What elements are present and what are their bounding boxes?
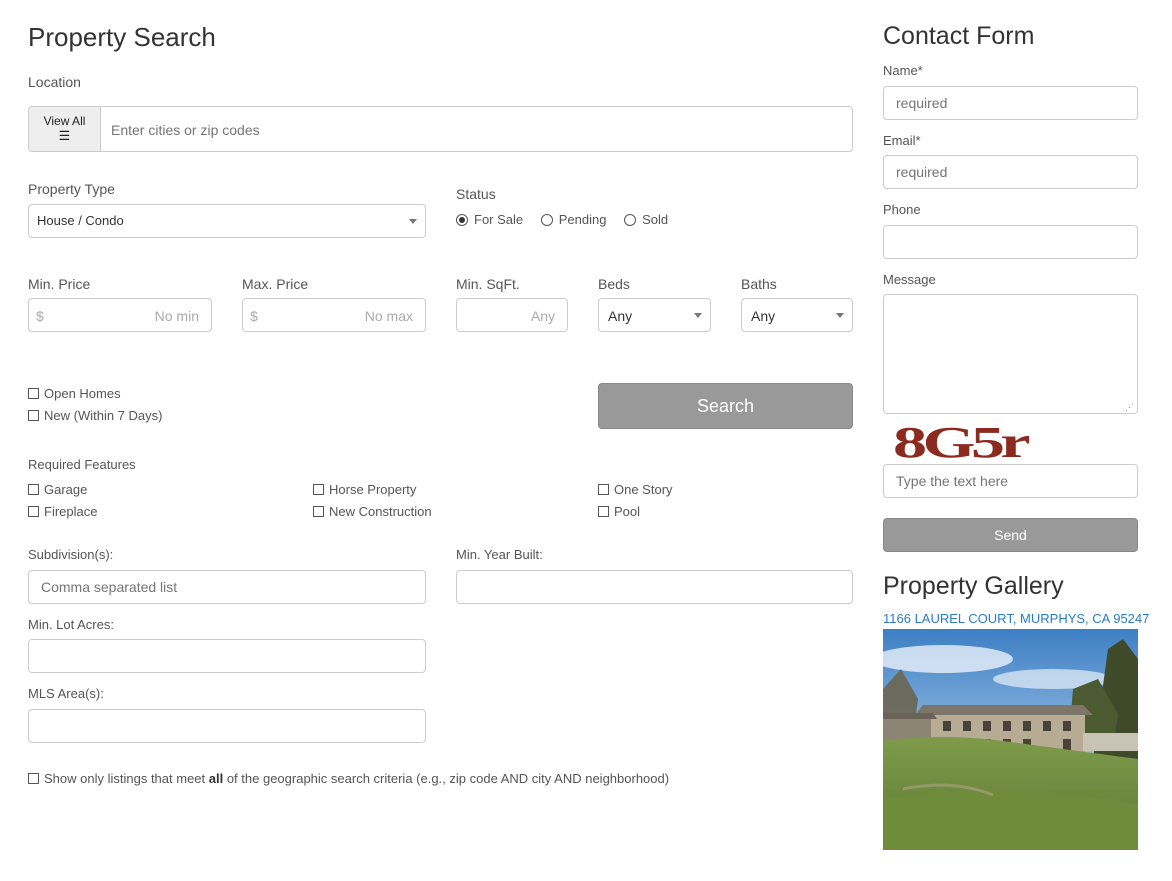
chevron-down-icon xyxy=(694,313,702,318)
beds-label: Beds xyxy=(598,276,630,292)
email-input[interactable] xyxy=(883,155,1138,189)
min-price-input[interactable]: $ No min xyxy=(28,298,212,332)
feature-label: One Story xyxy=(614,482,673,497)
property-type-value: House / Condo xyxy=(37,213,124,228)
list-icon: ☰ xyxy=(58,128,71,143)
checkbox-icon xyxy=(313,484,324,495)
min-year-label: Min. Year Built: xyxy=(456,547,543,562)
geo-all-checkbox[interactable]: Show only listings that meet all of the … xyxy=(28,771,669,786)
feature-label: Horse Property xyxy=(329,482,417,497)
subdivision-label: Subdivision(s): xyxy=(28,547,114,562)
property-type-label: Property Type xyxy=(28,181,115,197)
geo-all-prefix: Show only listings that meet xyxy=(44,771,209,786)
search-button[interactable]: Search xyxy=(598,383,853,429)
min-price-prefix: $ xyxy=(36,308,44,324)
max-price-placeholder: No max xyxy=(364,308,413,324)
view-all-label: View All xyxy=(43,114,86,128)
feature-pool-checkbox[interactable]: Pool xyxy=(598,504,640,519)
status-label: Status xyxy=(456,186,496,202)
min-sqft-input[interactable]: Any xyxy=(456,298,568,332)
feature-one-story-checkbox[interactable]: One Story xyxy=(598,482,673,497)
open-homes-checkbox[interactable]: Open Homes xyxy=(28,386,121,401)
min-year-input[interactable] xyxy=(456,570,853,604)
min-price-label: Min. Price xyxy=(28,276,91,292)
mls-area-input[interactable] xyxy=(28,709,426,743)
property-gallery-title: Property Gallery xyxy=(883,572,1064,600)
checkbox-icon xyxy=(28,773,39,784)
checkbox-icon xyxy=(313,506,324,517)
feature-fireplace-checkbox[interactable]: Fireplace xyxy=(28,504,97,519)
status-pending-label: Pending xyxy=(558,212,607,227)
checkbox-icon xyxy=(28,388,39,399)
status-radio-group: For Sale Pending Sold xyxy=(456,212,668,227)
feature-label: Garage xyxy=(44,482,88,497)
status-sold-label: Sold xyxy=(642,212,669,227)
checkbox-icon xyxy=(28,410,39,421)
baths-label: Baths xyxy=(741,276,777,292)
mls-area-label: MLS Area(s): xyxy=(28,686,104,701)
geo-all-bold: all xyxy=(208,771,224,786)
min-lot-label: Min. Lot Acres: xyxy=(28,617,114,632)
radio-icon xyxy=(624,214,637,226)
feature-horse-property-checkbox[interactable]: Horse Property xyxy=(313,482,416,497)
message-label: Message xyxy=(883,272,936,287)
status-for-sale-label: For Sale xyxy=(474,212,524,227)
checkbox-icon xyxy=(28,506,39,517)
checkbox-icon xyxy=(598,484,609,495)
feature-new-construction-checkbox[interactable]: New Construction xyxy=(313,504,432,519)
max-price-input[interactable]: $ No max xyxy=(242,298,426,332)
min-sqft-label: Min. SqFt. xyxy=(456,276,520,292)
checkbox-icon xyxy=(598,506,609,517)
status-for-sale-radio[interactable]: For Sale xyxy=(456,212,523,227)
new-listings-label: New (Within 7 Days) xyxy=(44,408,163,423)
feature-garage-checkbox[interactable]: Garage xyxy=(28,482,87,497)
name-input[interactable] xyxy=(883,86,1138,120)
house-photo-image xyxy=(883,629,1138,850)
location-label: Location xyxy=(28,74,81,90)
geo-all-suffix: of the geographic search criteria (e.g.,… xyxy=(223,771,670,786)
min-price-placeholder: No min xyxy=(154,308,199,324)
max-price-prefix: $ xyxy=(250,308,258,324)
radio-selected-icon xyxy=(456,214,468,226)
new-listings-checkbox[interactable]: New (Within 7 Days) xyxy=(28,408,162,423)
status-sold-radio[interactable]: Sold xyxy=(624,212,668,227)
view-all-button[interactable]: View All ☰ xyxy=(29,107,101,151)
beds-value: Any xyxy=(608,308,633,324)
feature-label: New Construction xyxy=(329,504,432,519)
subdivision-input[interactable] xyxy=(28,570,426,604)
phone-label: Phone xyxy=(883,202,921,217)
feature-label: Pool xyxy=(614,504,641,519)
radio-icon xyxy=(540,214,553,226)
location-search-group: View All ☰ xyxy=(28,106,853,152)
captcha-image: 8G5r xyxy=(893,418,1031,467)
send-button[interactable]: Send xyxy=(883,518,1138,552)
baths-select[interactable]: Any xyxy=(741,298,853,332)
contact-form-title: Contact Form xyxy=(883,22,1035,50)
gallery-address-link[interactable]: 1166 LAUREL COURT, MURPHYS, CA 95247 xyxy=(883,611,1149,626)
email-label: Email* xyxy=(883,133,921,148)
property-photo[interactable] xyxy=(883,629,1138,850)
resize-handle-icon[interactable]: ⋰ xyxy=(1125,403,1134,412)
name-label: Name* xyxy=(883,63,923,78)
max-price-label: Max. Price xyxy=(242,276,309,292)
min-lot-input[interactable] xyxy=(28,639,426,673)
beds-select[interactable]: Any xyxy=(598,298,711,332)
property-search-title: Property Search xyxy=(28,22,216,52)
chevron-down-icon xyxy=(836,313,844,318)
required-features-label: Required Features xyxy=(28,457,136,472)
location-input[interactable] xyxy=(109,116,843,144)
checkbox-icon xyxy=(28,484,39,495)
open-homes-label: Open Homes xyxy=(44,386,121,401)
status-pending-radio[interactable]: Pending xyxy=(540,212,607,227)
feature-label: Fireplace xyxy=(44,504,98,519)
baths-value: Any xyxy=(751,308,776,324)
captcha-input[interactable] xyxy=(883,464,1138,498)
message-textarea[interactable]: ⋰ xyxy=(883,294,1138,414)
chevron-down-icon xyxy=(409,219,417,224)
phone-input[interactable] xyxy=(883,225,1138,259)
property-type-select[interactable]: House / Condo xyxy=(28,204,426,238)
min-sqft-placeholder: Any xyxy=(530,308,555,324)
